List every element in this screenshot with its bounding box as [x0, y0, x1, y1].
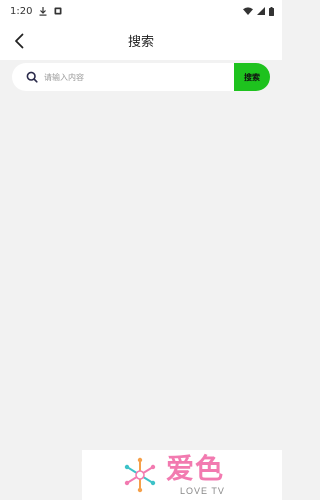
notification-icon [54, 7, 62, 15]
signal-icon [257, 7, 265, 15]
status-time: 1:20 [10, 5, 33, 17]
search-box: 搜索 [12, 63, 270, 91]
search-button[interactable]: 搜索 [234, 63, 270, 91]
logo-subtitle: LOVE TV [180, 486, 225, 496]
wifi-icon [243, 7, 253, 15]
logo-icon [124, 457, 156, 493]
search-bar: 搜索 [0, 60, 282, 94]
nav-bar: 搜索 [0, 22, 282, 60]
status-right [243, 6, 274, 16]
watermark-logo: 爱色 LOVE TV [82, 450, 282, 500]
status-bar: 1:20 [0, 0, 282, 22]
search-input[interactable] [44, 67, 230, 87]
download-icon [39, 6, 47, 16]
search-results-area [0, 94, 282, 450]
status-left: 1:20 [10, 6, 62, 17]
search-icon [26, 71, 38, 83]
page-title: 搜索 [127, 35, 154, 50]
logo-title: 爱色 [166, 452, 225, 485]
battery-icon [269, 6, 274, 16]
